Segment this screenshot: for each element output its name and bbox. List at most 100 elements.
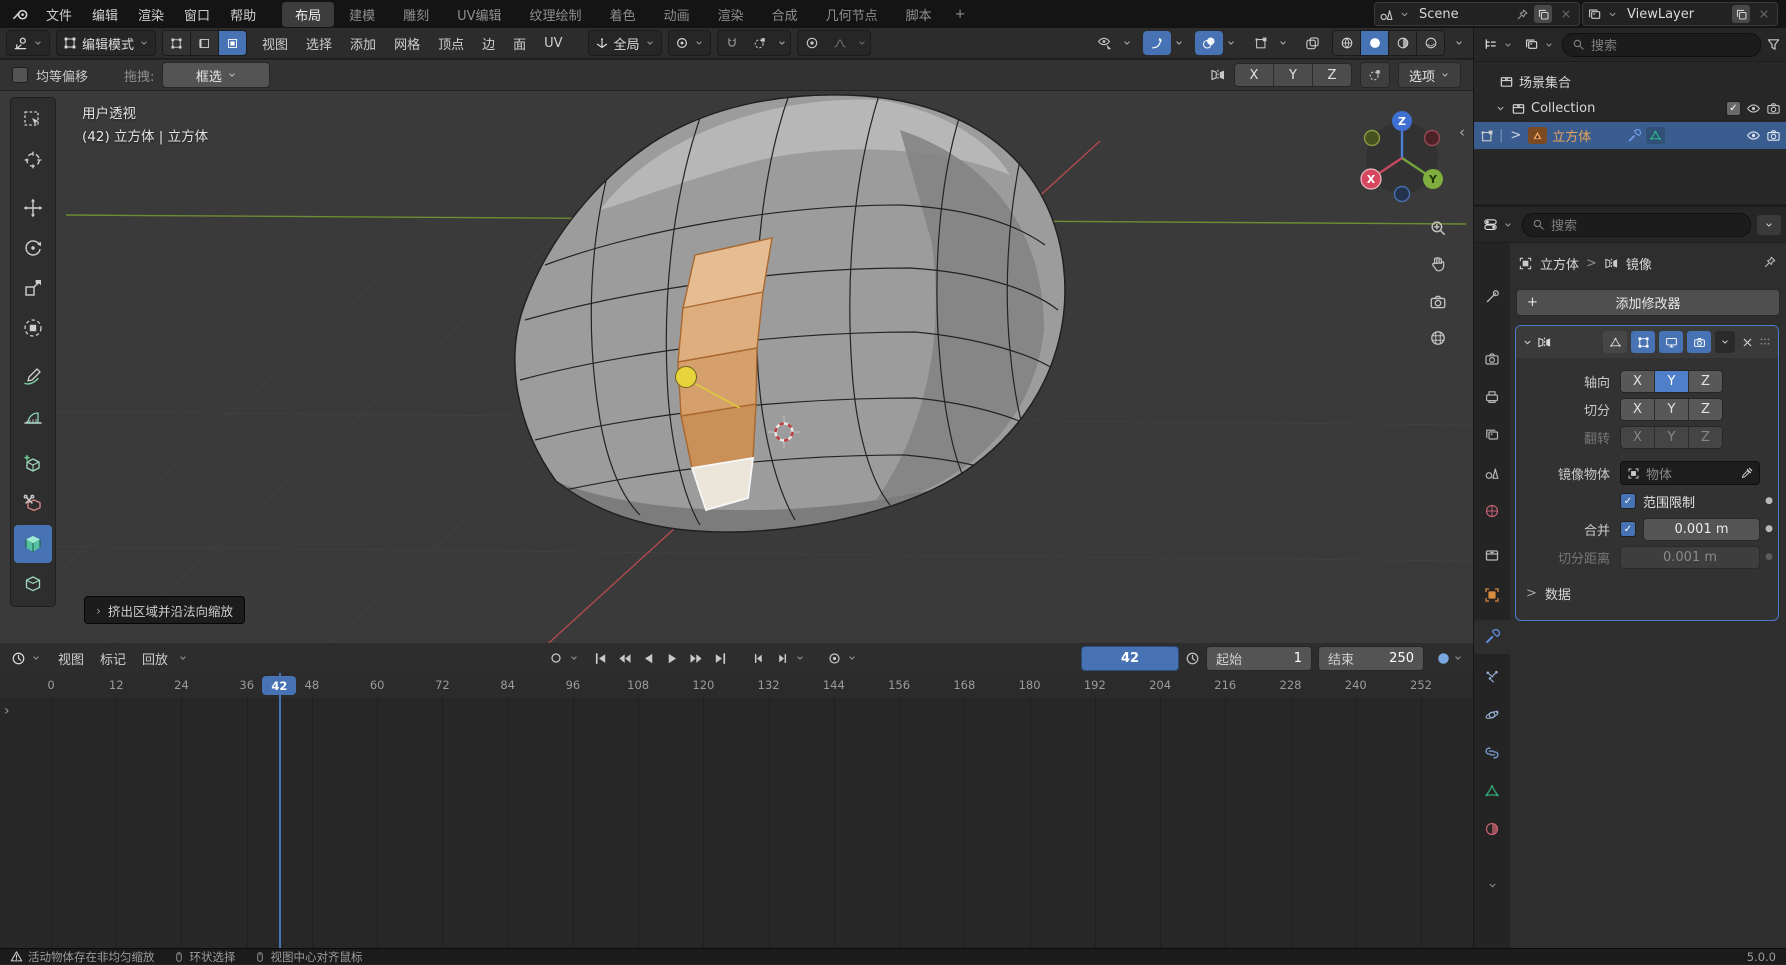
merge-checkbox[interactable]: ✓ <box>1620 521 1636 537</box>
viewport-menu-网格[interactable]: 网格 <box>385 28 429 59</box>
viewport-menu-选择[interactable]: 选择 <box>297 28 341 59</box>
workspace-tab-UV编辑[interactable]: UV编辑 <box>444 2 514 27</box>
xray-toggle-button[interactable] <box>1298 31 1326 55</box>
snap-target-button[interactable] <box>746 31 774 55</box>
visibility-eye-icon[interactable] <box>1091 31 1119 55</box>
prev-keyframe-button[interactable] <box>613 647 635 669</box>
viewport-menu-顶点[interactable]: 顶点 <box>429 28 473 59</box>
proportional-falloff-button[interactable] <box>826 31 854 55</box>
properties-editor-type-button[interactable] <box>1480 212 1516 238</box>
tool-select-box[interactable] <box>14 101 52 139</box>
properties-tab-constraints[interactable] <box>1474 736 1510 770</box>
object-name[interactable]: 立方体 <box>1552 126 1591 145</box>
expand-chevron-icon[interactable] <box>1495 103 1506 114</box>
properties-tab-scene[interactable] <box>1474 456 1510 490</box>
sidebar-collapse-arrow[interactable]: ‹ <box>1459 123 1465 141</box>
tool-rotate[interactable] <box>14 229 52 267</box>
axis-z-button[interactable]: Z <box>1689 371 1722 392</box>
axis-z-button[interactable]: Z <box>1313 64 1351 86</box>
shading-material-button[interactable] <box>1389 31 1417 55</box>
outliner-editor-type-button[interactable] <box>1480 32 1516 58</box>
workspace-tab-布局[interactable]: 布局 <box>282 2 334 27</box>
render-visibility-icon[interactable] <box>1766 101 1781 116</box>
gizmo-axis-neg-y[interactable] <box>1365 131 1380 146</box>
chevron-down-icon[interactable] <box>1223 38 1239 48</box>
ortho-toggle-button[interactable] <box>1423 323 1453 353</box>
snap-toggle-button[interactable] <box>718 31 746 55</box>
axis-x-button[interactable]: X <box>1235 64 1274 86</box>
chevron-down-icon[interactable] <box>1119 38 1135 48</box>
modifier-extras-dropdown[interactable] <box>1715 331 1735 353</box>
bisect-distance-field[interactable]: 0.001 m <box>1620 546 1760 569</box>
animate-dot[interactable]: ● <box>1760 524 1778 534</box>
properties-options-chevron[interactable] <box>1757 215 1781 235</box>
chevron-down-icon[interactable] <box>847 653 857 663</box>
workspace-tab-合成[interactable]: 合成 <box>759 2 811 27</box>
properties-tab-modifiers[interactable] <box>1474 620 1510 654</box>
chevron-down-icon[interactable] <box>569 653 579 663</box>
time-icon[interactable] <box>1185 651 1200 666</box>
workspace-tab-渲染[interactable]: 渲染 <box>705 2 757 27</box>
properties-tab-world[interactable] <box>1474 494 1510 528</box>
zoom-button[interactable] <box>1423 213 1453 243</box>
gizmo-axis-x[interactable]: X <box>1361 169 1381 189</box>
properties-tab-view-layer[interactable] <box>1474 418 1510 452</box>
properties-tab-physics[interactable] <box>1474 698 1510 732</box>
blender-logo-icon[interactable] <box>8 5 34 23</box>
timeline-collapse-arrow[interactable]: › <box>4 703 10 719</box>
mirror-object-field[interactable]: 物体 <box>1620 461 1760 485</box>
animate-dot[interactable]: ● <box>1760 552 1778 562</box>
next-keyframe-button[interactable] <box>685 647 707 669</box>
tool-transform[interactable] <box>14 309 52 347</box>
chevron-down-icon[interactable] <box>1171 38 1187 48</box>
eyedropper-icon[interactable] <box>1740 467 1753 480</box>
select-filter-icon[interactable] <box>1247 31 1275 55</box>
camera-view-button[interactable] <box>1423 287 1453 317</box>
chevron-down-icon[interactable] <box>1453 653 1463 663</box>
new-viewlayer-button[interactable] <box>1732 5 1750 23</box>
axis-y-button[interactable]: Y <box>1655 371 1689 392</box>
viewport-3d[interactable]: Z Y X 用户透视 (42) 立方体 | 立方体 › 挤出区域并沿法向缩放 ‹ <box>0 91 1473 643</box>
options-dropdown[interactable]: 选项 <box>1398 62 1461 88</box>
transform-orientation-dropdown[interactable]: 全局 <box>588 30 662 56</box>
playhead-line[interactable] <box>279 673 281 948</box>
workspace-tab-纹理绘制[interactable]: 纹理绘制 <box>517 2 595 27</box>
axis-y-button[interactable]: Y <box>1274 64 1313 86</box>
auto-keying-button[interactable] <box>823 647 845 669</box>
workspace-tab-几何节点[interactable]: 几何节点 <box>813 2 891 27</box>
gizmo-toggle-icon[interactable] <box>1143 31 1171 55</box>
chevron-down-icon[interactable] <box>795 653 805 663</box>
properties-tab-object[interactable] <box>1474 578 1510 612</box>
scene-name[interactable]: Scene <box>1415 7 1511 22</box>
collection-checkbox[interactable]: ✓ <box>1726 101 1741 116</box>
outliner-display-mode-button[interactable] <box>1521 32 1557 58</box>
frame-start-field[interactable]: 起始 1 <box>1206 646 1312 671</box>
properties-tab-material[interactable] <box>1474 812 1510 846</box>
expand-arrow[interactable]: > <box>1510 128 1521 143</box>
timeline-menu-回放[interactable]: 回放 <box>134 644 176 672</box>
properties-tab-tool[interactable] <box>1474 280 1510 314</box>
drag-mode-dropdown[interactable]: 框选 <box>162 62 270 88</box>
gizmo-axis-neg-z[interactable] <box>1395 187 1410 202</box>
modifier-wrench-icon[interactable] <box>1627 129 1641 143</box>
jump-to-start-button[interactable] <box>589 647 611 669</box>
chevron-down-icon[interactable] <box>854 38 870 48</box>
scene-selector[interactable]: Scene <box>1374 2 1580 26</box>
tool-extrude-along-normals[interactable] <box>14 525 52 563</box>
animate-dot[interactable]: ● <box>1760 496 1778 506</box>
hide-eye-icon[interactable] <box>1746 128 1761 143</box>
close-icon[interactable] <box>1741 336 1754 349</box>
data-subpanel-toggle[interactable]: > 数据 <box>1526 584 1571 603</box>
merge-threshold-field[interactable]: 0.001 m <box>1643 518 1760 541</box>
pin-icon[interactable] <box>1763 255 1777 269</box>
properties-tab-data[interactable] <box>1474 774 1510 808</box>
timeline-menu-标记[interactable]: 标记 <box>92 644 134 672</box>
tool-rip-region[interactable] <box>14 485 52 523</box>
tool-extrude-cube[interactable] <box>14 565 52 603</box>
show-in-render-toggle[interactable] <box>1687 331 1711 353</box>
viewport-menu-视图[interactable]: 视图 <box>253 28 297 59</box>
shading-wireframe-button[interactable] <box>1333 31 1361 55</box>
frame-end-field[interactable]: 结束 250 <box>1318 646 1424 671</box>
axis-z-button[interactable]: Z <box>1689 427 1722 448</box>
edge-select-mode-button[interactable] <box>191 31 219 55</box>
